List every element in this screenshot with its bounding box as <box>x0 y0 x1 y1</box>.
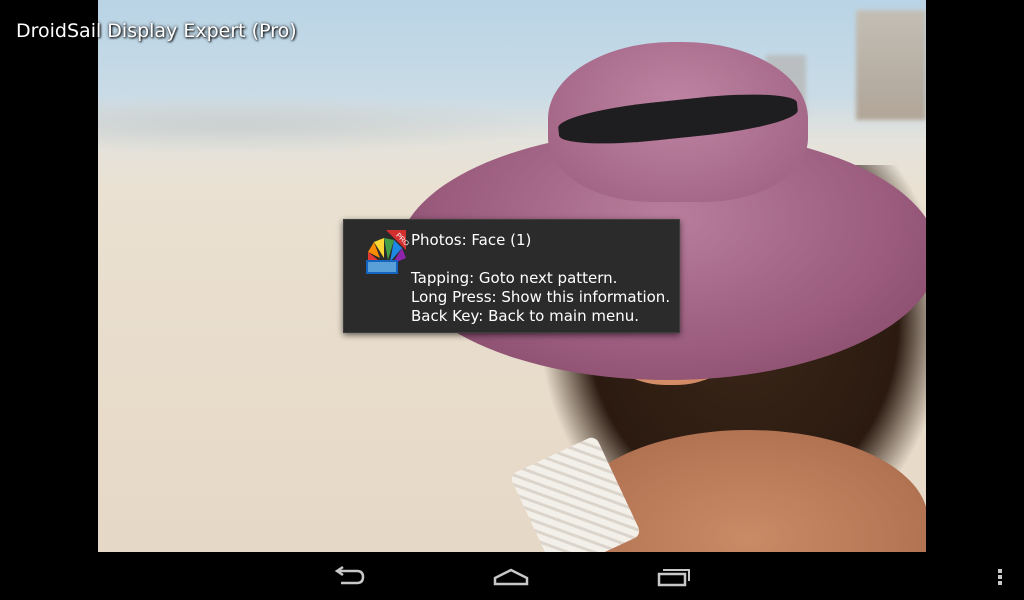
navigation-bar <box>0 552 1024 600</box>
overflow-menu-icon <box>998 569 1002 585</box>
home-button[interactable] <box>481 562 541 592</box>
beach-background <box>98 95 558 155</box>
background-building <box>856 10 926 120</box>
toast-line-back-key: Back Key: Back to main menu. <box>411 307 639 325</box>
toast-help-text: Tapping: Goto next pattern. Long Press: … <box>411 269 670 326</box>
info-toast: PRO Photos: Face (1) Tapping: Goto next … <box>343 219 680 333</box>
home-icon <box>493 568 529 586</box>
color-fan-pro-icon: PRO <box>362 230 410 278</box>
overflow-menu-button[interactable] <box>988 562 1012 592</box>
back-button[interactable] <box>319 562 379 592</box>
recent-apps-icon <box>657 569 690 587</box>
app-title: DroidSail Display Expert (Pro) <box>16 20 297 42</box>
recent-apps-button[interactable] <box>643 562 703 592</box>
back-arrow-icon <box>334 565 365 585</box>
toast-line-long-press: Long Press: Show this information. <box>411 288 671 306</box>
toast-line-tapping: Tapping: Goto next pattern. <box>411 269 618 287</box>
toast-title: Photos: Face (1) <box>411 231 532 249</box>
